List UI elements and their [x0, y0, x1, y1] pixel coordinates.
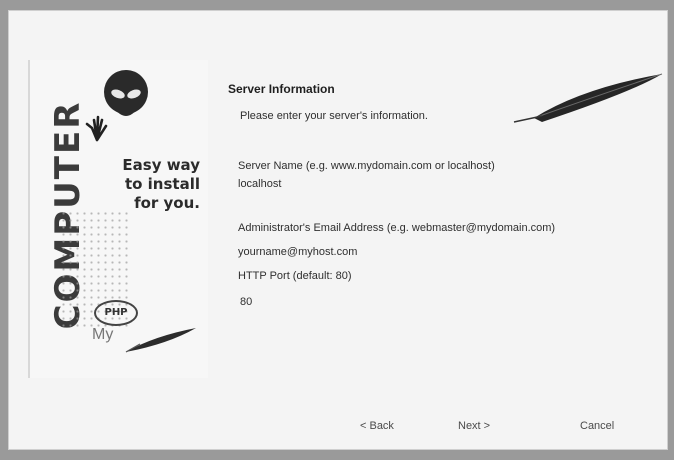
installer-banner: COMPUTER Easy way to install for you. PH…: [28, 60, 208, 378]
back-button[interactable]: < Back: [354, 418, 400, 434]
small-feather-icon: [125, 328, 196, 353]
mysql-logo: My: [92, 326, 114, 343]
page-title: Server Information: [228, 82, 335, 96]
php-logo: PHP: [94, 300, 138, 326]
http-port-input[interactable]: [240, 296, 320, 308]
hand-icon: [85, 115, 108, 142]
tagline-line-2: to install: [124, 175, 200, 193]
admin-email-label: Administrator's Email Address (e.g. webm…: [238, 222, 556, 234]
feather-icon: [513, 73, 663, 123]
cancel-button[interactable]: Cancel: [574, 418, 620, 434]
tagline-line-1: Easy way: [122, 156, 200, 174]
http-port-label: HTTP Port (default: 80): [238, 270, 352, 282]
server-name-input[interactable]: [238, 178, 598, 190]
next-button[interactable]: Next >: [452, 418, 496, 434]
page-subtitle: Please enter your server's information.: [240, 110, 428, 122]
tagline-line-3: for you.: [134, 194, 200, 212]
server-name-label: Server Name (e.g. www.mydomain.com or lo…: [238, 160, 495, 172]
admin-email-input[interactable]: [238, 246, 598, 258]
banner-tagline: Easy way to install for you.: [82, 156, 200, 213]
